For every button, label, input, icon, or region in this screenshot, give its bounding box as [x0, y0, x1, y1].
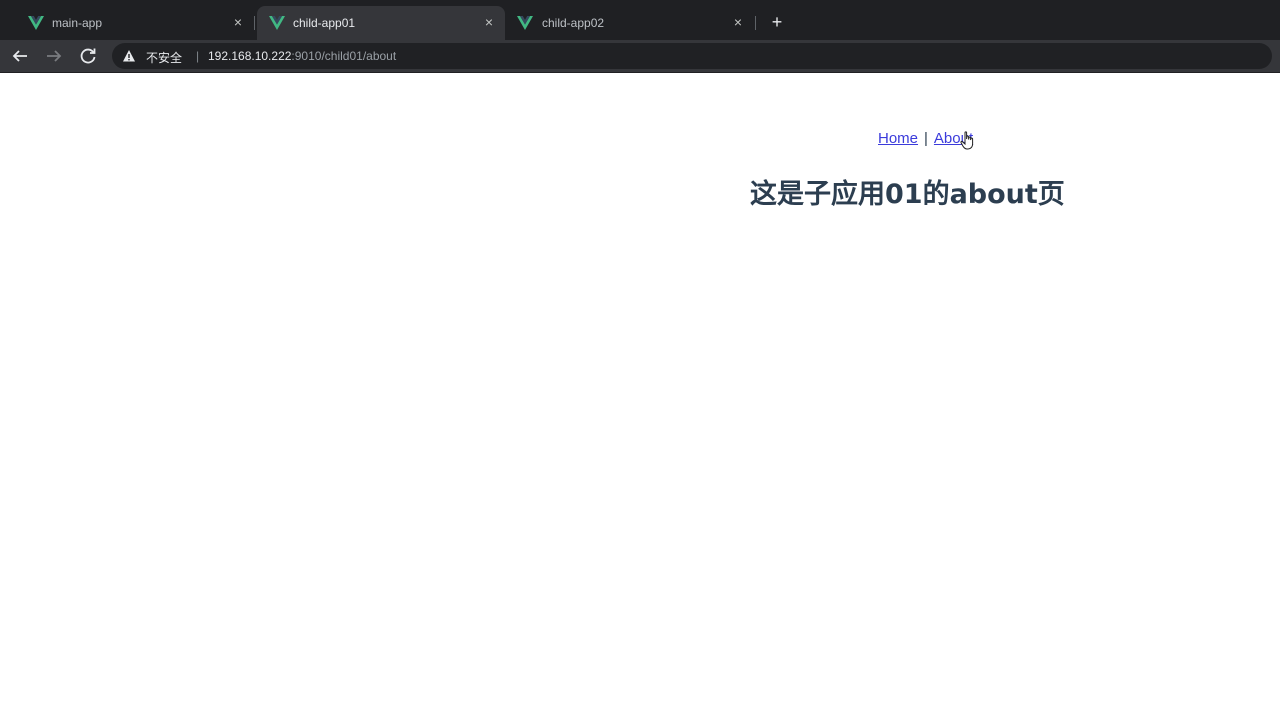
warning-icon [123, 50, 135, 62]
tab-close-icon[interactable]: × [230, 14, 246, 30]
url-host: 192.168.10.222 [208, 49, 292, 63]
tab-close-icon[interactable]: × [481, 14, 497, 30]
tab-title: child-app01 [293, 16, 356, 30]
home-link[interactable]: Home [878, 130, 918, 147]
tab-child-app01[interactable]: child-app01 × [257, 6, 505, 40]
tab-title: main-app [52, 16, 103, 30]
security-status-label[interactable]: 不安全 [146, 49, 182, 66]
tab-close-icon[interactable]: × [730, 14, 746, 30]
tab-child-app02[interactable]: child-app02 × [506, 6, 754, 40]
hand-cursor-icon [960, 131, 974, 150]
reload-icon[interactable] [76, 44, 100, 68]
tab-title: child-app02 [542, 16, 605, 30]
address-bar[interactable]: 不安全 | 192.168.10.222:9010/child01/about [112, 43, 1272, 69]
address-divider: | [196, 49, 200, 63]
nav-separator: | [924, 130, 928, 147]
vue-icon [28, 16, 44, 30]
back-icon[interactable] [8, 44, 32, 68]
browser-toolbar: 不安全 | 192.168.10.222:9010/child01/about [0, 40, 1280, 73]
page-nav: Home | About [878, 130, 973, 147]
tab-separator [755, 16, 756, 30]
url-path: :9010/child01/about [291, 49, 397, 63]
tab-main-app[interactable]: main-app × [8, 6, 252, 40]
vue-icon [517, 16, 533, 30]
tab-separator [254, 16, 255, 30]
new-tab-button[interactable]: + [767, 12, 787, 32]
url-text[interactable]: 192.168.10.222:9010/child01/about [208, 49, 396, 63]
page-title: 这是子应用01的about页 [750, 179, 1065, 210]
forward-icon[interactable] [42, 44, 66, 68]
page-content: Home | About 这是子应用01的about页 [0, 73, 1280, 720]
browser-tab-strip: main-app × child-app01 × child-app02 × + [0, 0, 1280, 40]
vue-icon [269, 16, 285, 30]
